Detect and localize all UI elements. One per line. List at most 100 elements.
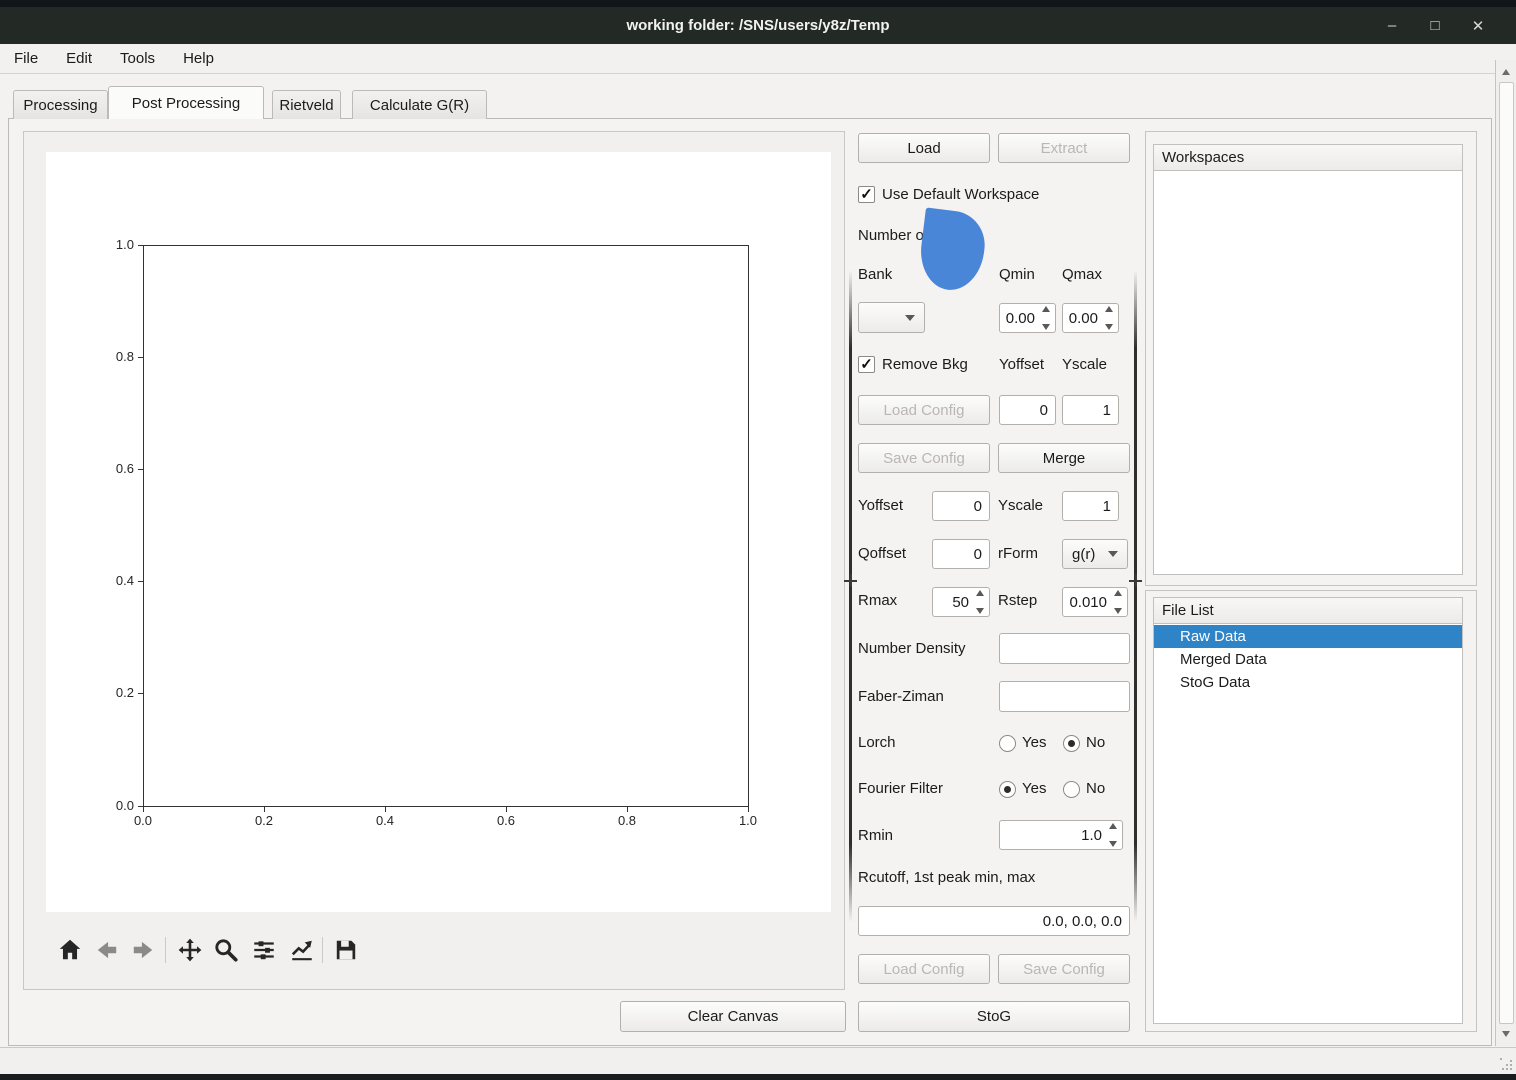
yoffset-field[interactable]: 0 (932, 491, 990, 521)
y-tick-label: 0.0 (94, 798, 134, 813)
yscale-label: Yscale (998, 497, 1043, 514)
resize-grip[interactable] (1500, 1058, 1512, 1070)
qoffset-label: Qoffset (858, 545, 906, 562)
pan-icon[interactable] (177, 937, 203, 963)
scroll-down-icon[interactable] (1498, 1026, 1514, 1042)
x-tick-label: 1.0 (731, 813, 765, 828)
clear-canvas-button[interactable]: Clear Canvas (620, 1001, 846, 1032)
use-default-workspace-label: Use Default Workspace (882, 186, 1039, 203)
yoffset-label: Yoffset (858, 497, 903, 514)
faber-ziman-field[interactable] (999, 681, 1130, 712)
bkg-yscale-field[interactable]: 1 (1062, 395, 1119, 425)
home-icon[interactable] (57, 937, 83, 963)
lorch-no-label: No (1086, 734, 1105, 751)
chevron-down-icon (1108, 551, 1118, 557)
menu-tools[interactable]: Tools (120, 50, 155, 67)
spin-up-icon[interactable] (976, 590, 984, 596)
close-button[interactable]: ✕ (1461, 7, 1495, 44)
spin-up-icon[interactable] (1105, 306, 1113, 312)
scrollbar-thumb[interactable] (1499, 82, 1514, 1024)
rmax-spin-buttons[interactable] (973, 590, 987, 614)
remove-bkg-checkbox[interactable]: ✓ (858, 356, 875, 373)
menubar: File Edit Tools Help (0, 44, 1516, 74)
qmin-spin-buttons[interactable] (1039, 306, 1053, 330)
qmax-spin-buttons[interactable] (1102, 306, 1116, 330)
spin-down-icon[interactable] (1114, 608, 1122, 614)
vertical-scrollbar[interactable] (1495, 60, 1516, 1046)
rform-combobox[interactable]: g(r) (1062, 539, 1128, 569)
merge-button[interactable]: Merge (998, 443, 1130, 473)
yscale-field[interactable]: 1 (1062, 491, 1119, 521)
number-density-field[interactable] (999, 633, 1130, 664)
scroll-up-icon[interactable] (1498, 64, 1514, 80)
maximize-button[interactable]: □ (1418, 7, 1452, 44)
rstep-spin-buttons[interactable] (1111, 590, 1125, 614)
use-default-workspace-checkbox[interactable]: ✓ (858, 186, 875, 203)
x-tickmark (627, 807, 628, 812)
file-list-item-raw-data[interactable]: Raw Data (1154, 625, 1462, 648)
remove-bkg-label: Remove Bkg (882, 356, 968, 373)
spin-down-icon[interactable] (1109, 841, 1117, 847)
x-tick-label: 0.6 (489, 813, 523, 828)
bank-combobox[interactable] (858, 302, 925, 333)
minimize-button[interactable]: – (1375, 7, 1409, 44)
x-tick-label: 0.8 (610, 813, 644, 828)
tab-rietveld[interactable]: Rietveld (272, 90, 341, 119)
application-window: working folder: /SNS/users/y8z/Temp – □ … (0, 0, 1516, 1080)
y-tickmark (138, 581, 143, 582)
tab-calculate-gr[interactable]: Calculate G(R) (352, 90, 487, 119)
rcutoff-field[interactable]: 0.0, 0.0, 0.0 (858, 906, 1130, 936)
right-splitter-handle[interactable] (1134, 270, 1137, 922)
spin-up-icon[interactable] (1114, 590, 1122, 596)
fourier-filter-no-label: No (1086, 780, 1105, 797)
y-tick-label: 0.4 (94, 573, 134, 588)
bank-label: Bank (858, 266, 892, 283)
y-tickmark (138, 357, 143, 358)
rmin-spin-buttons[interactable] (1106, 823, 1120, 847)
back-icon[interactable] (94, 937, 120, 963)
bkg-yoffset-field[interactable]: 0 (999, 395, 1056, 425)
stog-button[interactable]: StoG (858, 1001, 1130, 1032)
load-button[interactable]: Load (858, 133, 990, 163)
menu-help[interactable]: Help (183, 50, 214, 67)
fourier-filter-yes-label: Yes (1022, 780, 1046, 797)
window-bottom-edge (0, 1074, 1516, 1080)
spin-down-icon[interactable] (1105, 324, 1113, 330)
tab-processing[interactable]: Processing (13, 90, 108, 119)
y-tick-label: 1.0 (94, 237, 134, 252)
menu-edit[interactable]: Edit (66, 50, 92, 67)
left-splitter-handle[interactable] (849, 270, 852, 922)
spin-down-icon[interactable] (976, 608, 984, 614)
bkg-yscale-header-label: Yscale (1062, 356, 1107, 373)
forward-icon[interactable] (130, 937, 156, 963)
zoom-icon[interactable] (213, 937, 239, 963)
bkg-load-config-button: Load Config (858, 395, 990, 425)
rmax-label: Rmax (858, 592, 897, 609)
y-tick-label: 0.8 (94, 349, 134, 364)
fourier-filter-yes-radio[interactable] (999, 781, 1016, 798)
rmin-spinbox[interactable]: 1.0 (999, 820, 1123, 850)
qoffset-field[interactable]: 0 (932, 539, 990, 569)
file-list-item-merged-data[interactable]: Merged Data (1154, 648, 1462, 671)
lorch-no-radio[interactable] (1063, 735, 1080, 752)
menu-file[interactable]: File (14, 50, 38, 67)
toolbar-separator (322, 937, 323, 963)
spin-down-icon[interactable] (1042, 324, 1050, 330)
tab-post-processing[interactable]: Post Processing (108, 86, 264, 119)
spin-up-icon[interactable] (1042, 306, 1050, 312)
y-tickmark (138, 245, 143, 246)
configure-subplots-icon[interactable] (251, 937, 277, 963)
fourier-filter-no-radio[interactable] (1063, 781, 1080, 798)
file-list-item-stog-data[interactable]: StoG Data (1154, 671, 1462, 694)
lorch-yes-radio[interactable] (999, 735, 1016, 752)
workspaces-list[interactable] (1153, 171, 1463, 575)
x-tick-label: 0.0 (126, 813, 160, 828)
file-list-header: File List (1153, 597, 1463, 624)
edit-parameters-icon[interactable] (289, 937, 315, 963)
x-tick-label: 0.4 (368, 813, 402, 828)
lorch-yes-label: Yes (1022, 734, 1046, 751)
spin-up-icon[interactable] (1109, 823, 1117, 829)
save-icon[interactable] (333, 937, 359, 963)
lorch-label: Lorch (858, 734, 896, 751)
titlebar[interactable]: working folder: /SNS/users/y8z/Temp (0, 7, 1516, 44)
